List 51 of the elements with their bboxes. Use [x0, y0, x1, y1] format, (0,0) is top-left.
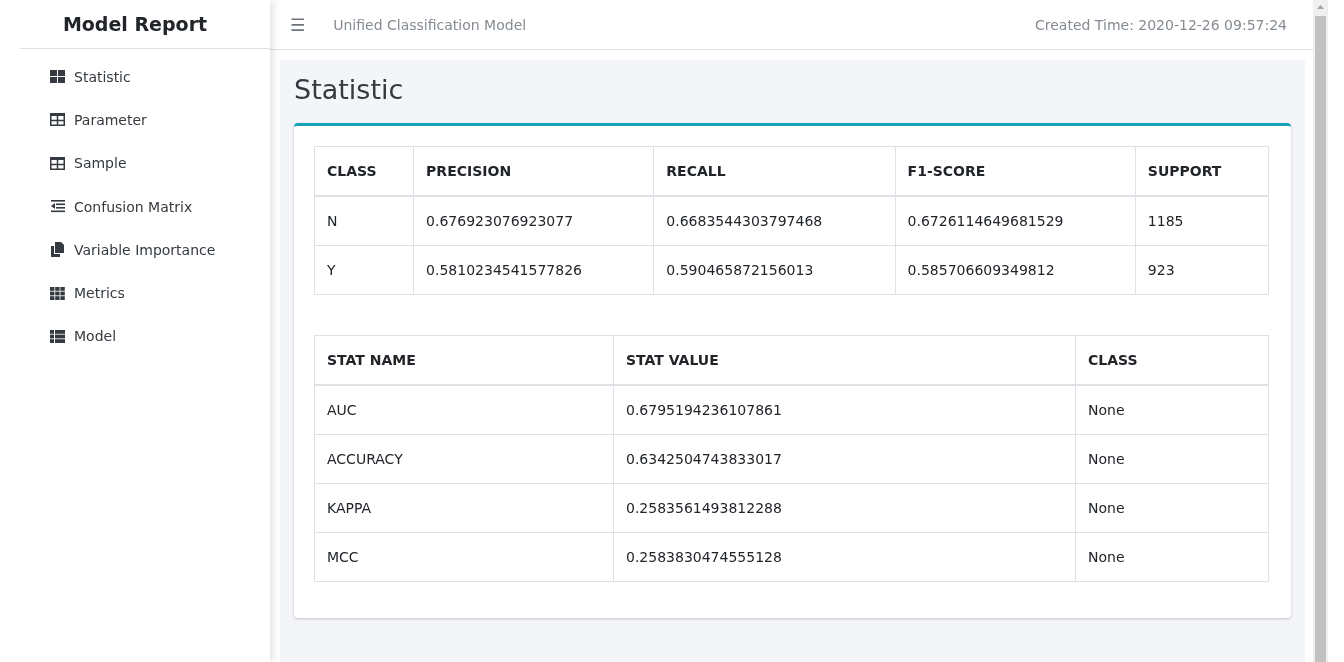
table-icon [49, 155, 66, 171]
sidebar-item[interactable]: Variable Importance [49, 228, 270, 272]
sidebar-item[interactable]: Metrics [49, 271, 270, 315]
table-cell: None [1075, 532, 1269, 582]
column-header: PRECISION [413, 146, 654, 196]
table-cell: 1185 [1135, 196, 1269, 246]
sidebar-item[interactable]: Sample [49, 141, 270, 185]
table-cell: 0.5810234541577826 [413, 245, 654, 295]
table-cell: 0.6795194236107861 [613, 385, 1076, 435]
column-header: CLASS [1075, 335, 1269, 385]
table-cell: ACCURACY [314, 434, 614, 484]
column-header: CLASS [314, 146, 414, 196]
table-cell: 0.6342504743833017 [613, 434, 1076, 484]
table-icon [49, 112, 66, 128]
table-cell: 0.6683544303797468 [653, 196, 896, 246]
column-header: SUPPORT [1135, 146, 1269, 196]
table-cell: None [1075, 483, 1269, 533]
scrollbar[interactable] [1313, 0, 1328, 662]
table-cell: 0.585706609349812 [895, 245, 1136, 295]
table-cell: AUC [314, 385, 614, 435]
page-heading: Statistic [294, 74, 405, 105]
table-cell: 0.2583830474555128 [613, 532, 1076, 582]
sidebar-item[interactable]: Parameter [49, 98, 270, 142]
list-icon [49, 328, 66, 344]
created-time: Created Time: 2020-12-26 09:57:24 [1035, 16, 1287, 33]
column-header: STAT NAME [314, 335, 614, 385]
table-cell: None [1075, 434, 1269, 484]
table-cell: Y [314, 245, 414, 295]
files-icon [49, 242, 66, 258]
column-header: F1-SCORE [895, 146, 1136, 196]
sidebar-item[interactable]: Statistic [49, 55, 270, 99]
indent-icon [49, 199, 66, 215]
column-header: STAT VALUE [613, 335, 1076, 385]
table-cell: 0.676923076923077 [413, 196, 654, 246]
table-cell: 0.590465872156013 [653, 245, 896, 295]
grid-icon [49, 285, 66, 301]
sidebar-item[interactable]: Confusion Matrix [49, 184, 270, 229]
sidebar-item[interactable]: Model [49, 314, 270, 359]
table-cell: None [1075, 385, 1269, 435]
table-cell: N [314, 196, 414, 246]
table-cell: MCC [314, 532, 614, 582]
table-cell: 923 [1135, 245, 1269, 295]
scroll-up-icon[interactable] [1317, 5, 1324, 9]
table-cell: 0.6726114649681529 [895, 196, 1136, 246]
grid-icon [49, 69, 66, 85]
table-cell: KAPPA [314, 483, 614, 533]
sidebar-title: Model Report [62, 13, 208, 35]
app-title: Unified Classification Model [333, 16, 527, 33]
column-header: RECALL [653, 146, 896, 196]
menu-button[interactable]: ☰ [290, 14, 306, 35]
table-cell: 0.2583561493812288 [613, 483, 1076, 533]
